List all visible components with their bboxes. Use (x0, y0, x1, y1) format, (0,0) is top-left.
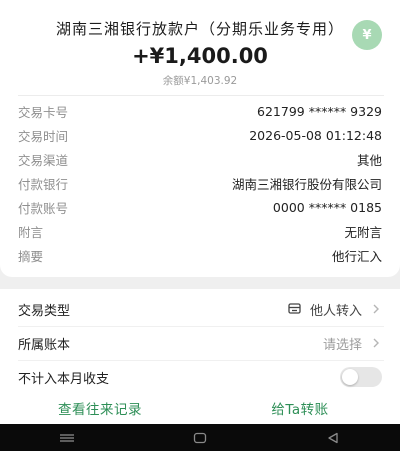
payer-name: 湖南三湘银行放款户（分期乐业务专用） (55, 20, 344, 38)
detail-row-note: 附言 无附言 (0, 219, 400, 243)
transaction-type-label: 交易类型 (18, 303, 71, 319)
transfer-button[interactable]: 给Ta转账 (200, 398, 400, 418)
exclude-monthly-toggle[interactable] (340, 367, 382, 387)
detail-row-card-number: 交易卡号 621799 ****** 9329 (0, 99, 400, 123)
account-balance: 余额¥1,403.92 (162, 75, 238, 87)
system-nav-bar (0, 424, 400, 451)
exclude-monthly-label: 不计入本月收支 (18, 371, 110, 387)
detail-value: 他行汇入 (331, 248, 382, 264)
summary-divider (18, 95, 384, 96)
detail-value: 621799 ****** 9329 (257, 103, 382, 119)
detail-label: 交易渠道 (18, 152, 69, 168)
yen-symbol: ¥ (362, 27, 372, 43)
detail-value: 湖南三湘银行股份有限公司 (231, 176, 382, 192)
bottom-actions: 查看往来记录 给Ta转账 (0, 393, 400, 423)
ledger-value: 请选择 (322, 337, 362, 353)
chevron-right-icon (373, 304, 379, 314)
transaction-summary-card: 湖南三湘银行放款户（分期乐业务专用） ¥ +¥1,400.00 余额¥1,403… (0, 0, 400, 277)
ledger-label: 所属账本 (18, 337, 71, 353)
detail-row-account: 付款账号 0000 ****** 0185 (0, 195, 400, 219)
menu-icon[interactable] (57, 431, 77, 445)
exclude-monthly-row: 不计入本月收支 (0, 360, 400, 394)
detail-row-bank: 付款银行 湖南三湘银行股份有限公司 (0, 171, 400, 195)
detail-label: 摘要 (18, 248, 44, 264)
detail-row-channel: 交易渠道 其他 (0, 147, 400, 171)
transaction-type-row[interactable]: 交易类型 他人转入 (0, 292, 400, 326)
detail-value: 无附言 (344, 224, 382, 240)
detail-label: 附言 (18, 224, 44, 240)
transfer-in-icon (288, 303, 301, 314)
detail-value: 0000 ****** 0185 (272, 199, 382, 215)
transaction-detail-screen: 湖南三湘银行放款户（分期乐业务专用） ¥ +¥1,400.00 余额¥1,403… (0, 0, 400, 451)
toggle-knob (342, 369, 358, 385)
detail-label: 交易时间 (18, 128, 69, 144)
transaction-type-value: 他人转入 (309, 303, 362, 319)
detail-row-summary: 摘要 他行汇入 (0, 243, 400, 267)
transaction-amount: +¥1,400.00 (132, 44, 268, 68)
back-icon[interactable] (323, 431, 343, 445)
detail-label: 交易卡号 (18, 104, 69, 120)
ledger-row[interactable]: 所属账本 请选择 (0, 326, 400, 360)
detail-value: 其他 (356, 152, 382, 168)
view-history-button[interactable]: 查看往来记录 (0, 398, 200, 418)
home-icon[interactable] (190, 431, 210, 445)
detail-row-time: 交易时间 2026-05-08 01:12:48 (0, 123, 400, 147)
detail-label: 付款银行 (18, 176, 69, 192)
detail-label: 付款账号 (18, 200, 69, 216)
detail-value: 2026-05-08 01:12:48 (249, 127, 382, 143)
chevron-right-icon (373, 338, 379, 348)
